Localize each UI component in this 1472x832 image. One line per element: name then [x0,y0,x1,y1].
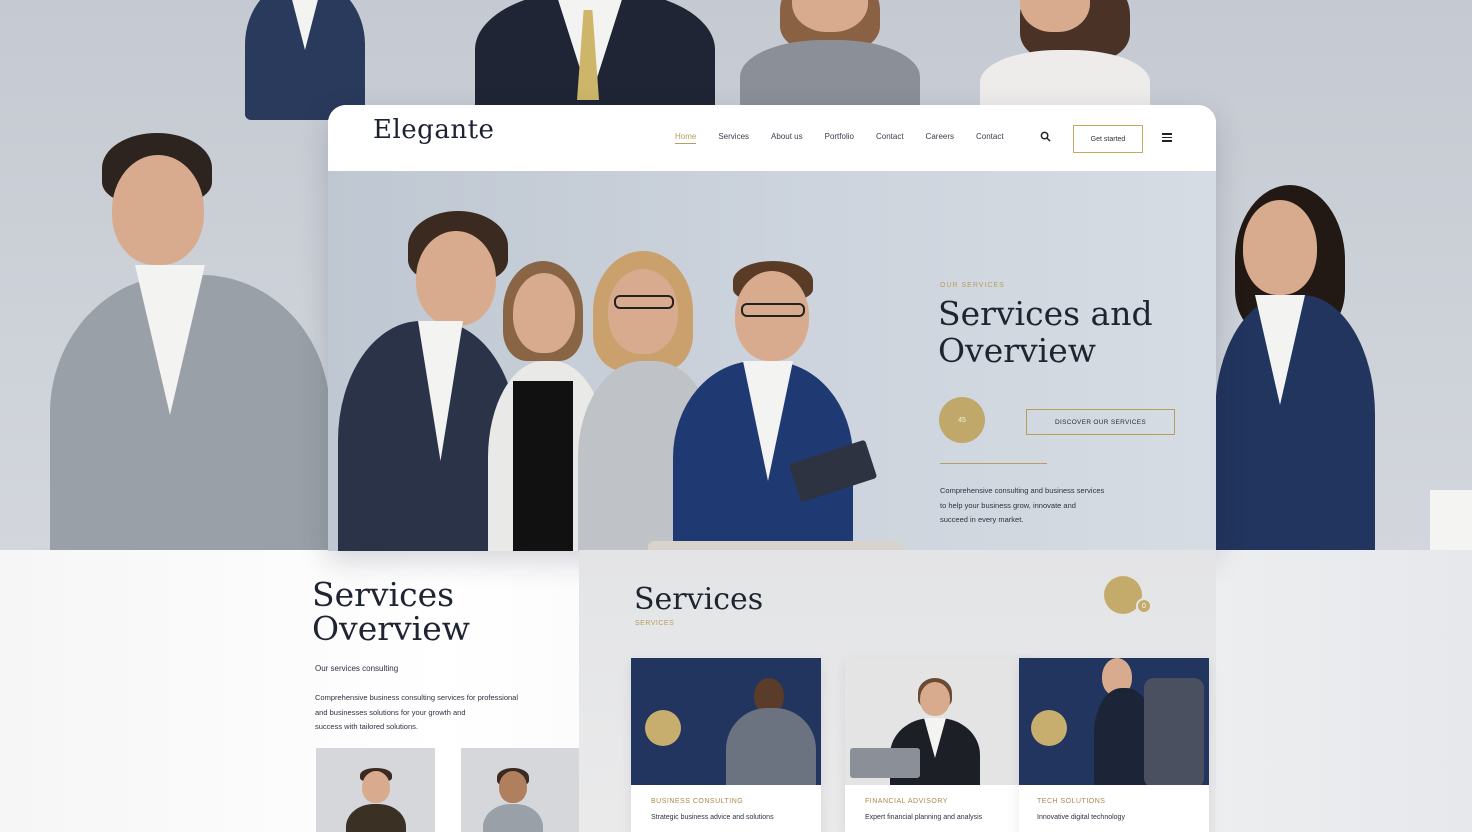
service-card[interactable]: FINANCIAL ADVISORY Expert financial plan… [845,658,1035,832]
service-card-description: Expert financial planning and analysis [865,814,983,821]
hero-section: OUR SERVICES Services and Overview 45 DI… [328,171,1216,551]
service-card[interactable]: BUSINESS CONSULTING Strategic business a… [631,658,821,832]
nav-link-portfolio[interactable]: Portfolio [825,132,854,144]
nav-link-services[interactable]: Services [718,132,749,144]
hero-description: Comprehensive consulting and business se… [940,484,1140,528]
hamburger-menu-icon[interactable] [1162,133,1172,142]
hero-badge[interactable]: 45 [939,397,985,443]
services-title: Services [634,582,764,617]
person-top-woman-1 [740,0,920,120]
decorative-badge: 0 [1136,598,1152,614]
services-overview-panel: Services Overview Our services consultin… [295,550,580,832]
service-card-title: BUSINESS CONSULTING [651,798,744,805]
service-card-title: FINANCIAL ADVISORY [865,798,948,805]
service-card-title: TECH SOLUTIONS [1037,798,1106,805]
nav-link-about[interactable]: About us [771,132,803,144]
service-card-description: Innovative digital technology [1037,814,1125,821]
team-photo-card[interactable] [316,748,435,832]
service-image [845,658,1035,785]
hero-description-line: Comprehensive consulting and business se… [940,486,1105,495]
overview-title: Services Overview [312,575,470,648]
nav-links: Home Services About us Portfolio Contact… [675,132,1026,144]
service-card[interactable]: TECH SOLUTIONS Innovative digital techno… [1019,658,1209,832]
nav-link-contact[interactable]: Contact [876,132,904,144]
brand-logo[interactable]: Elegante [373,115,494,145]
person-left-man [40,125,340,560]
search-icon[interactable] [1040,131,1051,142]
service-card-description: Strategic business advice and solutions [651,814,774,821]
person-top-center [475,0,715,120]
overview-subtitle: Our services consulting [315,664,399,673]
overview-description-line: Comprehensive business consulting servic… [315,693,519,702]
overview-description: Comprehensive business consulting servic… [315,691,555,735]
services-panel: Services SERVICES 0 BUSINESS CONSULTING … [579,550,1216,832]
person-right-woman [1215,185,1375,560]
person-top-left [245,0,365,120]
website-mockup-window: Elegante Home Services About us Portfoli… [328,105,1216,551]
nav-link-home[interactable]: Home [675,132,697,144]
hero-divider [940,463,1047,464]
hero-team-photo [328,171,908,551]
service-icon[interactable] [645,710,681,746]
nav-link-contact-2[interactable]: Contact [976,132,1004,144]
top-navigation: Elegante Home Services About us Portfoli… [328,105,1216,171]
discover-services-button[interactable]: DISCOVER OUR SERVICES [1026,409,1175,435]
team-photo-card[interactable] [461,748,580,832]
services-subtitle: SERVICES [635,620,675,627]
overview-description-line: and businesses solutions for your growth… [315,707,466,717]
nav-link-careers[interactable]: Careers [926,132,954,144]
overview-description-line: success with tailored solutions. [315,722,418,731]
hero-title: Services and Overview [938,294,1153,370]
service-icon[interactable] [1031,710,1067,746]
get-started-button[interactable]: Get started [1073,125,1143,153]
hero-description-line: succeed in every market. [940,515,1024,524]
hero-eyebrow: OUR SERVICES [940,282,1005,289]
hero-description-line: to help your business grow, innovate and [940,500,1076,510]
person-top-woman-2 [980,0,1150,120]
